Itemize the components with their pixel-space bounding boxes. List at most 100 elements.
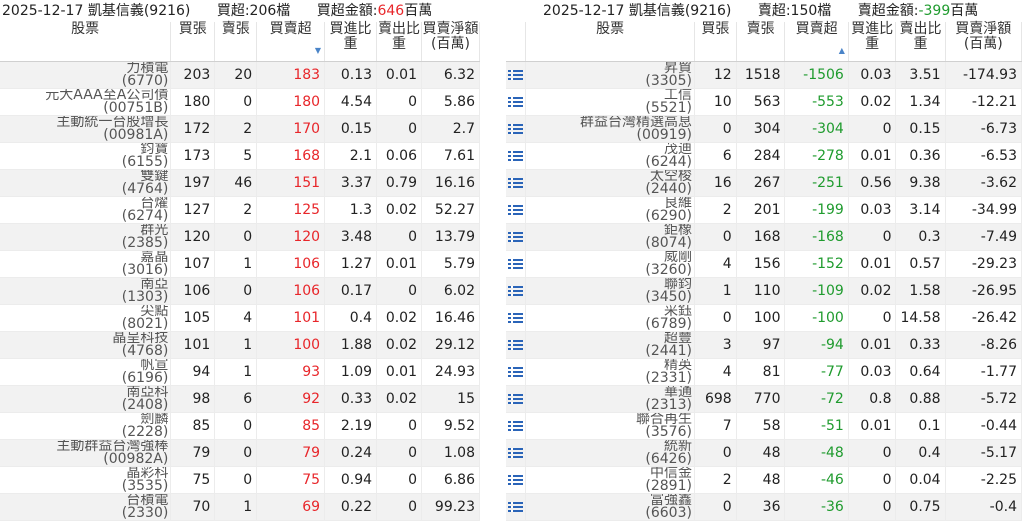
table-row[interactable]: 富強鑫 (6603) 0 36 -36 0 0.75 -0.4 xyxy=(506,493,1022,521)
column-header-sell[interactable]: 賣張 xyxy=(214,22,258,62)
stock-cell[interactable]: 雙鍵 (4764) xyxy=(0,169,172,197)
table-row[interactable]: 超豐 (2441) 3 97 -94 0.01 0.33 -8.26 xyxy=(506,331,1022,359)
column-header-net[interactable]: 買賣超 ▲ xyxy=(784,22,849,62)
list-menu-icon[interactable] xyxy=(508,366,524,378)
table-row[interactable]: 劍麟 (2228) 85 0 85 2.19 0 9.52 xyxy=(0,412,480,440)
table-row[interactable]: 昇貿 (3305) 12 1518 -1506 0.03 3.51 -174.93 xyxy=(506,61,1022,89)
menu-icon-cell[interactable] xyxy=(506,412,527,440)
stock-cell[interactable]: 聯鈞 (3450) xyxy=(525,277,695,305)
list-menu-icon[interactable] xyxy=(508,204,524,216)
list-menu-icon[interactable] xyxy=(508,123,524,135)
menu-icon-cell[interactable] xyxy=(506,61,527,89)
stock-cell[interactable]: 威剛 (3260) xyxy=(525,250,695,278)
list-menu-icon[interactable] xyxy=(508,150,524,162)
list-menu-icon[interactable] xyxy=(508,420,524,432)
table-row[interactable]: 工信 (5521) 10 563 -553 0.02 1.34 -12.21 xyxy=(506,88,1022,116)
list-menu-icon[interactable] xyxy=(508,258,524,270)
stock-cell[interactable]: 台積電 (2330) xyxy=(0,493,172,521)
table-row[interactable]: 統新 (6426) 0 48 -48 0 0.4 -5.17 xyxy=(506,439,1022,467)
column-header-stock[interactable]: 股票 xyxy=(0,22,172,62)
column-header-net[interactable]: 買賣超 ▼ xyxy=(256,22,326,62)
stock-cell[interactable]: 鉅橡 (8074) xyxy=(525,223,695,251)
table-row[interactable]: 南亞 (1303) 106 0 106 0.17 0 6.02 xyxy=(0,277,480,305)
table-row[interactable]: 嘉晶 (3016) 107 1 106 1.27 0.01 5.79 xyxy=(0,250,480,278)
menu-icon-cell[interactable] xyxy=(506,493,527,521)
stock-cell[interactable]: 尖點 (8021) xyxy=(0,304,172,332)
stock-cell[interactable]: 主動統一台股增長 (00981A) xyxy=(0,115,172,143)
column-header-buy[interactable]: 買張 xyxy=(694,22,737,62)
list-menu-icon[interactable] xyxy=(508,447,524,459)
stock-cell[interactable]: 元大AAA至A公司債 (00751B) xyxy=(0,88,172,116)
table-row[interactable]: 主動統一台股增長 (00981A) 172 2 170 0.15 0 2.7 xyxy=(0,115,480,143)
table-row[interactable]: 聯鈞 (3450) 1 110 -109 0.02 1.58 -26.95 xyxy=(506,277,1022,305)
list-menu-icon[interactable] xyxy=(508,177,524,189)
list-menu-icon[interactable] xyxy=(508,393,524,405)
stock-cell[interactable]: 主動群益台灣強棒 (00982A) xyxy=(0,439,172,467)
table-row[interactable]: 主動群益台灣強棒 (00982A) 79 0 79 0.24 0 1.08 xyxy=(0,439,480,467)
stock-cell[interactable]: 群光 (2385) xyxy=(0,223,172,251)
table-row[interactable]: 鉅橡 (8074) 0 168 -168 0 0.3 -7.49 xyxy=(506,223,1022,251)
table-row[interactable]: 太空梭 (2440) 16 267 -251 0.56 9.38 -3.62 xyxy=(506,169,1022,197)
stock-cell[interactable]: 力積電 (6770) xyxy=(0,61,172,89)
menu-icon-cell[interactable] xyxy=(506,88,527,116)
menu-icon-cell[interactable] xyxy=(506,331,527,359)
stock-cell[interactable]: 劍麟 (2228) xyxy=(0,412,172,440)
table-row[interactable]: 台積電 (2330) 70 1 69 0.22 0 99.23 xyxy=(0,493,480,521)
column-header-buy-ratio[interactable]: 買進比重 xyxy=(848,22,897,62)
stock-cell[interactable]: 南亞科 (2408) xyxy=(0,385,172,413)
stock-cell[interactable]: 鈞寶 (6155) xyxy=(0,142,172,170)
table-row[interactable]: 南亞科 (2408) 98 6 92 0.33 0.02 15 xyxy=(0,385,480,413)
table-row[interactable]: 中信金 (2891) 2 48 -46 0 0.04 -2.25 xyxy=(506,466,1022,494)
stock-cell[interactable]: 采鈺 (6789) xyxy=(525,304,695,332)
stock-cell[interactable]: 工信 (5521) xyxy=(525,88,695,116)
table-row[interactable]: 華通 (2313) 698 770 -72 0.8 0.88 -5.72 xyxy=(506,385,1022,413)
list-menu-icon[interactable] xyxy=(508,231,524,243)
menu-icon-cell[interactable] xyxy=(506,439,527,467)
list-menu-icon[interactable] xyxy=(508,312,524,324)
list-menu-icon[interactable] xyxy=(508,339,524,351)
menu-icon-cell[interactable] xyxy=(506,223,527,251)
list-menu-icon[interactable] xyxy=(508,96,524,108)
column-header-sell-ratio[interactable]: 賣出比重 xyxy=(895,22,946,62)
table-row[interactable]: 雙鍵 (4764) 197 46 151 3.37 0.79 16.16 xyxy=(0,169,480,197)
stock-cell[interactable]: 良維 (6290) xyxy=(525,196,695,224)
column-header-buy-ratio[interactable]: 買進比重 xyxy=(324,22,378,62)
table-row[interactable]: 鈞寶 (6155) 173 5 168 2.1 0.06 7.61 xyxy=(0,142,480,170)
list-menu-icon[interactable] xyxy=(508,285,524,297)
column-header-sell[interactable]: 賣張 xyxy=(736,22,786,62)
table-row[interactable]: 尖點 (8021) 105 4 101 0.4 0.02 16.46 xyxy=(0,304,480,332)
list-menu-icon[interactable] xyxy=(508,474,524,486)
table-row[interactable]: 晶呈科技 (4768) 101 1 100 1.88 0.02 29.12 xyxy=(0,331,480,359)
table-row[interactable]: 聯合再生 (3576) 7 58 -51 0.01 0.1 -0.44 xyxy=(506,412,1022,440)
menu-icon-cell[interactable] xyxy=(506,385,527,413)
table-row[interactable]: 群光 (2385) 120 0 120 3.48 0 13.79 xyxy=(0,223,480,251)
menu-icon-cell[interactable] xyxy=(506,304,527,332)
stock-cell[interactable]: 帆宣 (6196) xyxy=(0,358,172,386)
table-row[interactable]: 力積電 (6770) 203 20 183 0.13 0.01 6.32 xyxy=(0,61,480,89)
table-row[interactable]: 台燿 (6274) 127 2 125 1.3 0.02 52.27 xyxy=(0,196,480,224)
table-row[interactable]: 群益台灣精選高息 (00919) 0 304 -304 0 0.15 -6.73 xyxy=(506,115,1022,143)
stock-cell[interactable]: 群益台灣精選高息 (00919) xyxy=(525,115,695,143)
column-header-net-amount[interactable]: 買賣淨額(百萬) xyxy=(421,22,480,62)
stock-cell[interactable]: 晶彩科 (3535) xyxy=(0,466,172,494)
menu-icon-cell[interactable] xyxy=(506,466,527,494)
table-row[interactable]: 精英 (2331) 4 81 -77 0.03 0.64 -1.77 xyxy=(506,358,1022,386)
menu-icon-cell[interactable] xyxy=(506,169,527,197)
stock-cell[interactable]: 聯合再生 (3576) xyxy=(525,412,695,440)
stock-cell[interactable]: 超豐 (2441) xyxy=(525,331,695,359)
stock-cell[interactable]: 晶呈科技 (4768) xyxy=(0,331,172,359)
stock-cell[interactable]: 台燿 (6274) xyxy=(0,196,172,224)
column-header-sell-ratio[interactable]: 賣出比重 xyxy=(376,22,422,62)
stock-cell[interactable]: 精英 (2331) xyxy=(525,358,695,386)
table-row[interactable]: 晶彩科 (3535) 75 0 75 0.94 0 6.86 xyxy=(0,466,480,494)
table-row[interactable]: 采鈺 (6789) 0 100 -100 0 14.58 -26.42 xyxy=(506,304,1022,332)
menu-icon-cell[interactable] xyxy=(506,142,527,170)
menu-icon-cell[interactable] xyxy=(506,250,527,278)
stock-cell[interactable]: 昇貿 (3305) xyxy=(525,61,695,89)
table-row[interactable]: 威剛 (3260) 4 156 -152 0.01 0.57 -29.23 xyxy=(506,250,1022,278)
stock-cell[interactable]: 茂迪 (6244) xyxy=(525,142,695,170)
stock-cell[interactable]: 嘉晶 (3016) xyxy=(0,250,172,278)
stock-cell[interactable]: 中信金 (2891) xyxy=(525,466,695,494)
list-menu-icon[interactable] xyxy=(508,501,524,513)
table-row[interactable]: 茂迪 (6244) 6 284 -278 0.01 0.36 -6.53 xyxy=(506,142,1022,170)
